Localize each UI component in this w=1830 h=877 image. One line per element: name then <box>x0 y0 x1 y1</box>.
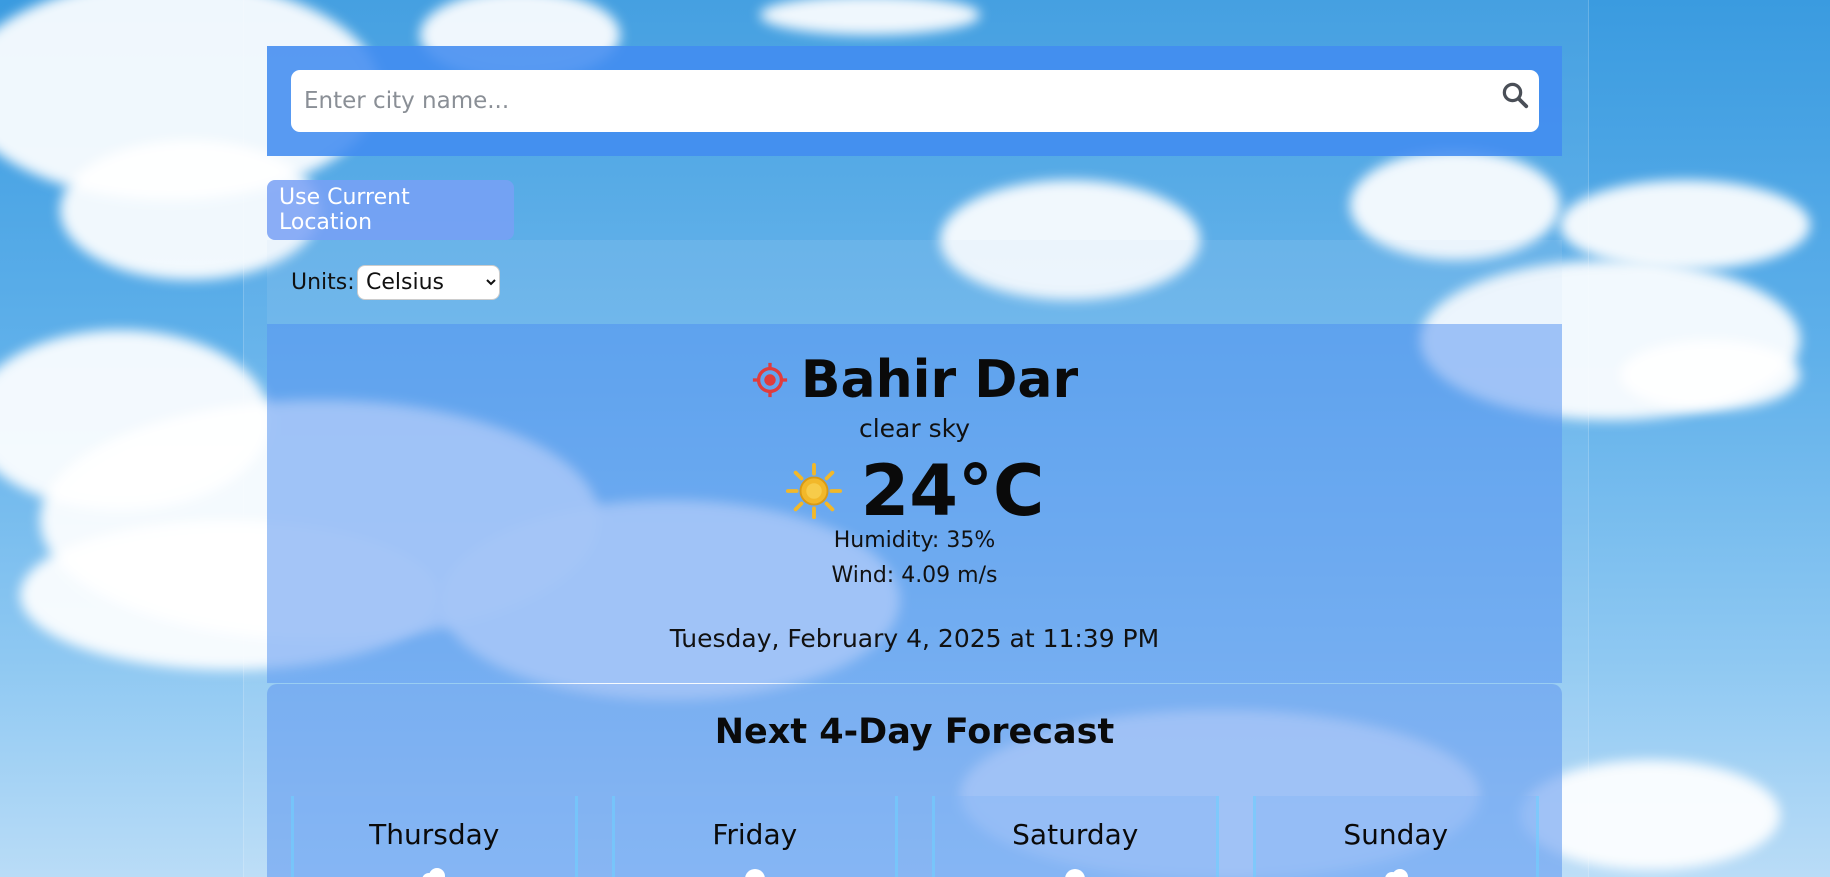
forecast-title: Next 4-Day Forecast <box>714 712 1115 752</box>
use-current-location-button[interactable]: Use Current Location <box>267 180 514 240</box>
temperature-value: 24°C <box>860 450 1045 532</box>
forecast-day-name: Friday <box>712 818 798 851</box>
current-weather-card: Bahir Dar clear sky 24°C Humidity: 35% W… <box>267 324 1562 683</box>
cloud-icon <box>1385 869 1408 877</box>
sun-icon <box>785 462 842 520</box>
forecast-day-name: Sunday <box>1343 818 1449 851</box>
humidity-text: Humidity: 35% <box>833 528 996 553</box>
forecast-day-card: Friday <box>611 796 898 877</box>
cloud-icon <box>422 868 446 877</box>
units-select[interactable]: Celsius <box>357 265 500 300</box>
city-row: Bahir Dar <box>267 350 1562 410</box>
wind-text: Wind: 4.09 m/s <box>831 563 998 588</box>
city-name: Bahir Dar <box>800 350 1079 410</box>
forecast-day-card: Saturday <box>932 796 1219 877</box>
target-icon <box>752 362 787 398</box>
current-datetime: Tuesday, February 4, 2025 at 11:39 PM <box>669 624 1160 653</box>
forecast-card: Next 4-Day Forecast Thursday Friday Satu… <box>267 684 1562 877</box>
temperature-row: 24°C <box>267 451 1562 531</box>
sun-icon <box>744 869 765 877</box>
forecast-day-name: Saturday <box>1012 818 1139 851</box>
search-icon[interactable] <box>1500 80 1530 110</box>
forecast-day-card: Thursday <box>291 796 578 877</box>
forecast-day-card: Sunday <box>1252 796 1539 877</box>
units-label: Units: <box>291 270 355 295</box>
forecast-day-name: Thursday <box>369 818 500 851</box>
forecast-list: Thursday Friday Saturday Sunday <box>291 796 1539 877</box>
search-input[interactable] <box>291 70 1539 132</box>
sun-icon <box>1065 869 1086 877</box>
weather-condition: clear sky <box>858 414 971 443</box>
